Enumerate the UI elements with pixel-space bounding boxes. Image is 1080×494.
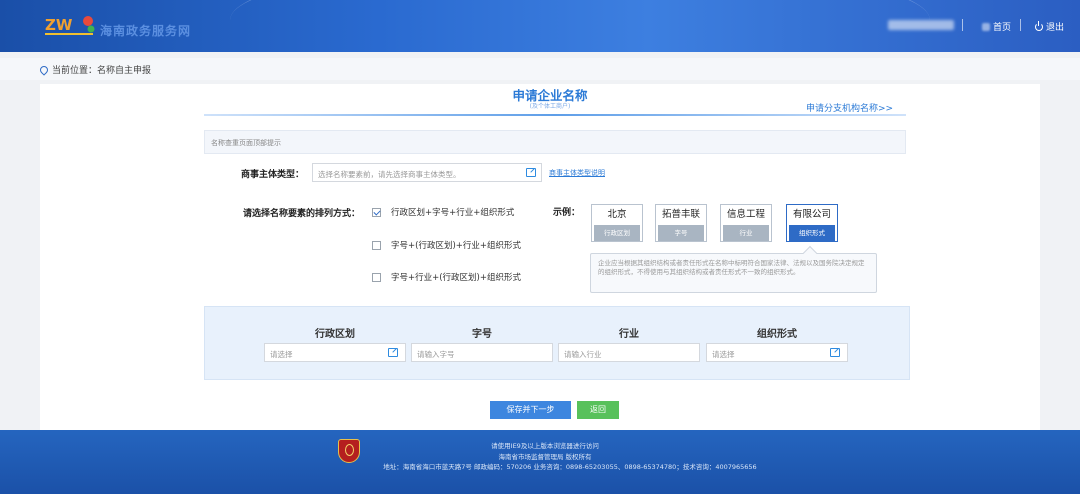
- entity-type-help-link[interactable]: 商事主体类型说明: [549, 168, 605, 178]
- site-logo-icon[interactable]: ZW: [44, 12, 96, 38]
- region-picker-icon[interactable]: [388, 348, 398, 357]
- footer-copyright: 海南省市场监督管理局 版权所有: [498, 453, 592, 461]
- entity-type-placeholder: 选择名称要素前，请先选择商事主体类型。: [318, 170, 461, 179]
- power-icon: [1035, 20, 1043, 31]
- logout-link[interactable]: 退出: [1035, 20, 1064, 33]
- example-tooltip: 企业应当根据其组织结构或者责任形式在名称中标明符合国家法律、法规以及国务院决定规…: [590, 253, 877, 293]
- breadcrumb-current: 名称自主申报: [97, 66, 152, 76]
- home-icon: [982, 22, 990, 31]
- checkbox-checked-icon[interactable]: [372, 207, 381, 217]
- header-divider: [1020, 19, 1021, 31]
- brand-placeholder: 请输入字号: [417, 350, 455, 359]
- org-form-picker-icon[interactable]: [830, 348, 840, 357]
- brand-input[interactable]: 请输入字号: [411, 343, 553, 362]
- field-header-org-form: 组织形式: [757, 329, 797, 340]
- header-decoration: [230, 0, 930, 52]
- field-header-region: 行政区划: [315, 329, 355, 340]
- breadcrumb-prefix: 当前位置：: [52, 66, 98, 76]
- field-header-industry: 行业: [619, 329, 639, 340]
- checkbox-icon[interactable]: [372, 272, 381, 282]
- example-item-brand: 拓普丰联 字号: [655, 204, 707, 242]
- order-label: 请选择名称要素的排列方式：: [243, 209, 361, 219]
- entity-type-input[interactable]: 选择名称要素前，请先选择商事主体类型。: [312, 163, 542, 182]
- header-divider: [962, 19, 963, 31]
- save-next-button[interactable]: 保存并下一步: [490, 401, 571, 419]
- example-label: 示例：: [553, 208, 581, 218]
- footer-browser-note: 请使用IE9及以上版本浏览器进行访问: [491, 442, 599, 450]
- industry-placeholder: 请输入行业: [564, 350, 602, 359]
- user-name: [888, 20, 954, 30]
- home-link[interactable]: 首页: [982, 20, 1011, 33]
- field-header-brand: 字号: [472, 329, 492, 340]
- logout-label: 退出: [1046, 23, 1065, 33]
- checkbox-icon[interactable]: [372, 240, 381, 250]
- example-item-region: 北京 行政区划: [591, 204, 643, 242]
- example-tag: 行业: [723, 225, 769, 241]
- breadcrumb: 当前位置： 名称自主申报: [38, 63, 152, 76]
- order-option-1[interactable]: 行政区划+字号+行业+组织形式: [372, 206, 514, 218]
- branch-name-link[interactable]: 申请分支机构名称>>: [806, 101, 893, 114]
- site-name: 海南政务服务网: [100, 24, 192, 38]
- org-form-placeholder: 请选择: [712, 350, 735, 359]
- region-placeholder: 请选择: [270, 350, 293, 359]
- svg-text:ZW: ZW: [45, 16, 73, 34]
- example-item-org-form: 有限公司 组织形式: [786, 204, 838, 242]
- title-divider: [204, 114, 906, 116]
- order-option-3[interactable]: 字号+行业+(行政区划)+组织形式: [372, 271, 521, 283]
- entity-type-label: 商事主体类型：: [241, 170, 305, 180]
- edit-icon[interactable]: [526, 168, 536, 177]
- example-word: 信息工程: [726, 209, 765, 220]
- order-option-2[interactable]: 字号+(行政区划)+行业+组织形式: [372, 239, 521, 251]
- example-word: 北京: [607, 209, 627, 220]
- example-tag: 组织形式: [789, 225, 835, 241]
- top-notice: 名称查重页面顶部提示: [204, 130, 906, 154]
- example-tag: 行政区划: [594, 225, 640, 241]
- breadcrumb-bar: [0, 58, 1080, 80]
- order-option-label: 字号+(行政区划)+行业+组织形式: [391, 241, 521, 251]
- industry-input[interactable]: 请输入行业: [558, 343, 700, 362]
- top-header: ZW 海南政务服务网 首页 退出: [0, 0, 1080, 52]
- example-item-industry: 信息工程 行业: [720, 204, 772, 242]
- example-tag: 字号: [658, 225, 704, 241]
- location-pin-icon: [38, 63, 50, 76]
- order-option-label: 行政区划+字号+行业+组织形式: [391, 208, 515, 218]
- org-form-select[interactable]: 请选择: [706, 343, 848, 362]
- example-word: 拓普丰联: [661, 209, 700, 220]
- back-button[interactable]: 返回: [577, 401, 619, 419]
- region-select[interactable]: 请选择: [264, 343, 406, 362]
- order-option-label: 字号+行业+(行政区划)+组织形式: [391, 273, 521, 283]
- government-emblem-icon: [338, 439, 360, 463]
- footer-contact: 地址：海南省海口市蓝天路7号 邮政编码：570206 业务咨询：0898-652…: [383, 463, 757, 471]
- page-subtitle: (及个体工商户): [529, 103, 571, 110]
- home-label: 首页: [993, 23, 1012, 33]
- example-word: 有限公司: [792, 209, 831, 220]
